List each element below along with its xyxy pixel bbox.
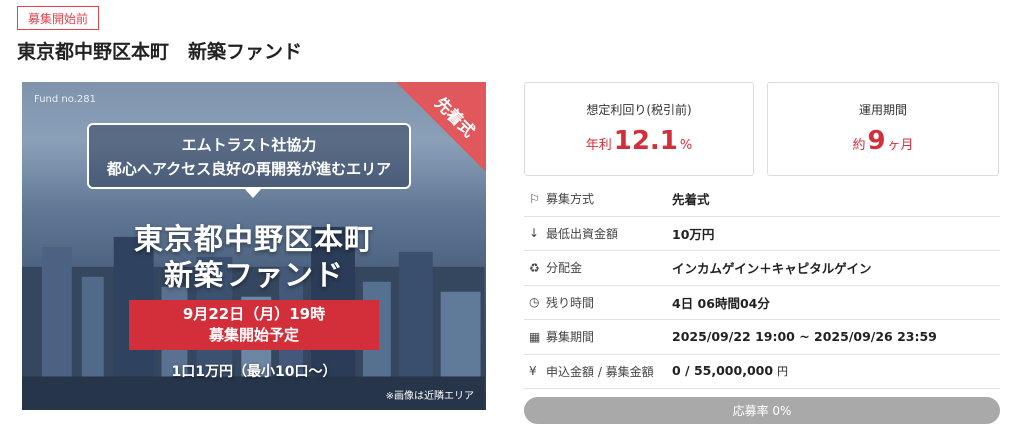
detail-value: 10万円 — [672, 226, 715, 242]
period-suffix: ヶ月 — [887, 138, 914, 153]
detail-label: 最低出資金額 — [546, 226, 619, 241]
clock-icon: ◷ — [529, 295, 540, 310]
period-number: 9 — [867, 126, 886, 156]
detail-row-period: ▦ 募集期間 2025/09/22 19:00 ~ 2025/09/26 23:… — [524, 320, 1000, 355]
partner-callout: エムトラスト社協力 都心へアクセス良好の再開発が進むエリア — [87, 123, 411, 198]
period-prefix: 約 — [852, 138, 866, 153]
fund-hero-image: Fund no.281 先着式 エムトラスト社協力 都心へアクセス良好の再開発が… — [22, 82, 486, 410]
detail-label: 分配金 — [546, 261, 583, 276]
period-label: 運用期間 — [858, 103, 907, 117]
detail-row-method: ⚐ 募集方式 先着式 — [524, 182, 1000, 217]
image-note: ※画像は近隣エリア — [385, 391, 474, 402]
period-value: 約 9 ヶ月 — [768, 126, 998, 156]
detail-label: 募集期間 — [546, 330, 595, 345]
arrow-down-icon: ↓ — [529, 226, 540, 241]
yield-number: 12.1 — [613, 126, 678, 156]
status-badge: 募集開始前 — [17, 6, 99, 30]
yield-value: 年利 12.1 % — [525, 126, 753, 156]
page-title: 東京都中野区本町 新築ファンド — [17, 41, 303, 63]
detail-value: 4日 06時間04分 — [672, 295, 770, 311]
detail-row-remaining: ◷ 残り時間 4日 06時間04分 — [524, 286, 1000, 320]
detail-row-minimum: ↓ 最低出資金額 10万円 — [524, 217, 1000, 251]
callout-line-2: 都心へアクセス良好の再開発が進むエリア — [106, 160, 392, 178]
hero-headline-2: 新築ファンド — [163, 258, 344, 292]
callout-line-1: エムトラスト社協力 — [181, 136, 317, 154]
unit-price-text: 1口1万円（最小10口～） — [171, 364, 337, 380]
detail-label: 申込金額 / 募集金額 — [546, 364, 654, 379]
detail-row-dividend: ♻ 分配金 インカムゲイン＋キャピタルゲイン — [524, 251, 1000, 286]
fund-details-list: ⚐ 募集方式 先着式 ↓ 最低出資金額 10万円 ♻ 分配金 インカムゲイン＋キ… — [524, 182, 1000, 389]
yield-suffix: % — [679, 138, 693, 153]
amount-value: 0 / 55,000,000 — [672, 363, 774, 379]
yen-icon: ¥ — [529, 364, 537, 379]
start-date-caption: 募集開始予定 — [208, 326, 299, 344]
expected-yield-card: 想定利回り(税引前) 年利 12.1 % — [524, 82, 754, 176]
detail-value: インカムゲイン＋キャピタルゲイン — [672, 261, 872, 277]
operation-period-card: 運用期間 約 9 ヶ月 — [767, 82, 999, 176]
detail-value: 先着式 — [672, 192, 710, 208]
detail-value: 2025/09/22 19:00 ~ 2025/09/26 23:59 — [672, 329, 937, 345]
yield-label: 想定利回り(税引前) — [586, 103, 692, 117]
detail-label: 残り時間 — [546, 295, 595, 310]
piggy-bank-icon: ♻ — [529, 260, 540, 275]
start-date-banner: 9月22日（月）19時 募集開始予定 — [129, 300, 379, 350]
start-date: 9月22日（月）19時 — [182, 305, 326, 323]
amount-unit: 円 — [777, 365, 789, 379]
calendar-icon: ▦ — [529, 329, 541, 344]
detail-row-amount: ¥ 申込金額 / 募集金額 0 / 55,000,000 円 — [524, 355, 1000, 389]
yield-prefix: 年利 — [585, 138, 612, 153]
fund-number: Fund no.281 — [34, 94, 96, 105]
detail-label: 募集方式 — [546, 192, 595, 207]
flag-icon: ⚐ — [529, 191, 540, 206]
detail-value: 0 / 55,000,000 円 — [672, 363, 788, 379]
application-rate-bar: 応募率 0% — [524, 397, 1000, 424]
